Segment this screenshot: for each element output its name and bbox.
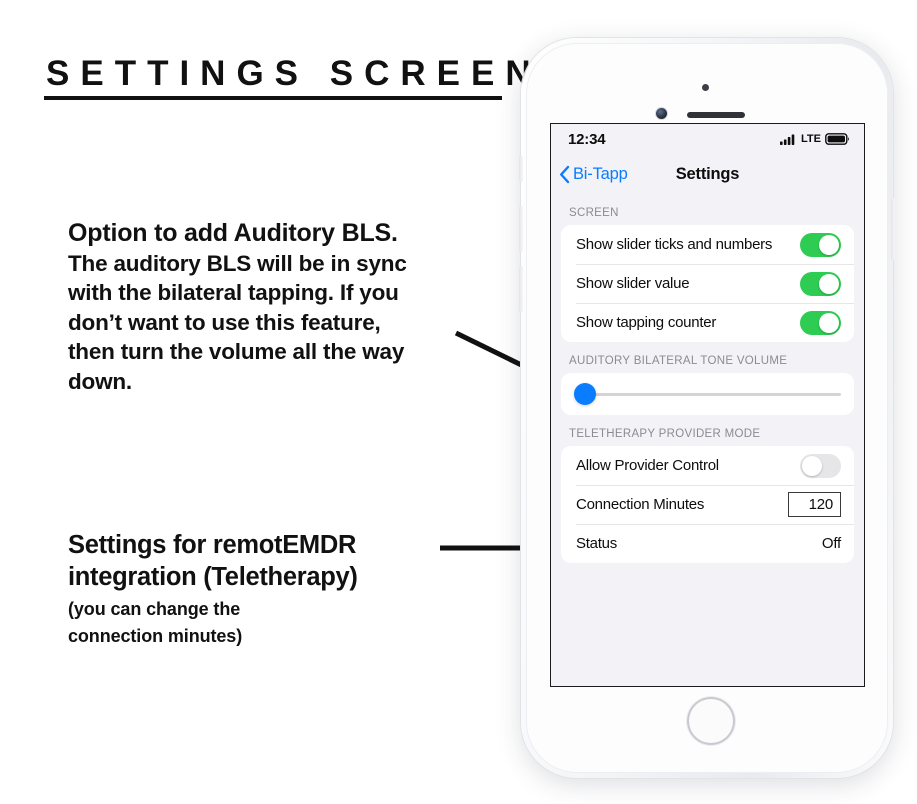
toggle-knob <box>819 273 839 294</box>
chevron-left-icon <box>560 165 570 183</box>
annotation-auditory-line-1: The auditory BLS will be in sync <box>68 251 407 276</box>
phone-screen: 12:34 LTE Bi-Tapp Settings SCREEN Show s… <box>551 124 864 686</box>
back-button[interactable]: Bi-Tapp <box>559 165 628 184</box>
iphone-device-mockup: 12:34 LTE Bi-Tapp Settings SCREEN Show s… <box>519 38 895 778</box>
back-button-label: Bi-Tapp <box>573 164 628 183</box>
volume-down-button[interactable] <box>519 266 523 312</box>
row-label: Show tapping counter <box>576 314 717 331</box>
status-bar-time: 12:34 <box>568 130 606 148</box>
connection-minutes-input[interactable]: 120 <box>788 492 841 517</box>
volume-up-button[interactable] <box>519 206 523 252</box>
annotation-auditory-heading: Option to add Auditory BLS. <box>68 219 398 247</box>
status-bar-indicators: LTE <box>780 133 850 145</box>
annotation-teletherapy-line-2: integration (Teletherapy) <box>68 562 358 591</box>
section-header-screen: SCREEN <box>569 207 619 219</box>
row-show-tapping-counter[interactable]: Show tapping counter <box>561 303 854 342</box>
section-header-volume: AUDITORY BILATERAL TONE VOLUME <box>569 355 788 367</box>
volume-slider[interactable] <box>574 383 841 405</box>
row-label: Status <box>576 535 618 552</box>
settings-group-teletherapy: Allow Provider Control Connection Minute… <box>561 446 854 563</box>
toggle-show-slider-value[interactable] <box>800 271 841 296</box>
row-status: Status Off <box>561 524 854 563</box>
home-button[interactable] <box>687 697 735 745</box>
toggle-show-slider-ticks[interactable] <box>800 232 841 257</box>
annotation-teletherapy-sub-2: connection minutes) <box>68 626 243 647</box>
toggle-knob <box>802 455 822 476</box>
page-title: SETTINGS SCREEN <box>46 54 542 93</box>
row-label: Connection Minutes <box>576 496 705 513</box>
volume-slider-track <box>574 392 841 396</box>
toggle-show-tapping-counter[interactable] <box>800 310 841 335</box>
settings-group-volume <box>561 373 854 415</box>
row-connection-minutes[interactable]: Connection Minutes 120 <box>561 485 854 524</box>
annotation-teletherapy: Settings for remotEMDR integration (Tele… <box>68 530 468 648</box>
navigation-bar: Bi-Tapp Settings <box>551 154 864 194</box>
row-show-slider-ticks[interactable]: Show slider ticks and numbers <box>561 225 854 264</box>
toggle-knob <box>819 234 839 255</box>
earpiece-speaker-icon <box>687 112 745 118</box>
settings-group-screen: Show slider ticks and numbers Show slide… <box>561 225 854 342</box>
page-title-underline <box>44 96 502 100</box>
toggle-allow-provider-control[interactable] <box>800 453 841 478</box>
status-value: Off <box>821 535 841 552</box>
row-label: Allow Provider Control <box>576 457 719 474</box>
battery-full-icon <box>825 133 850 145</box>
volume-slider-knob[interactable] <box>574 383 596 405</box>
row-label: Show slider ticks and numbers <box>576 236 773 253</box>
network-type-label: LTE <box>801 133 821 145</box>
silent-switch[interactable] <box>519 156 523 182</box>
toggle-knob <box>819 312 839 333</box>
status-bar: 12:34 LTE <box>551 124 864 154</box>
power-button[interactable] <box>891 198 895 260</box>
annotation-teletherapy-sub-1: (you can change the <box>68 598 241 619</box>
row-allow-provider-control[interactable]: Allow Provider Control <box>561 446 854 485</box>
proximity-sensor-icon <box>702 84 709 91</box>
annotation-auditory-line-2: with the bilateral tapping. If you <box>68 280 399 306</box>
annotation-teletherapy-line-1: Settings for remotEMDR <box>68 531 357 559</box>
front-camera-icon <box>656 108 667 119</box>
section-header-teletherapy: TELETHERAPY PROVIDER MODE <box>569 428 761 440</box>
row-label: Show slider value <box>576 275 690 292</box>
row-show-slider-value[interactable]: Show slider value <box>561 264 854 303</box>
cellular-signal-icon <box>780 134 795 145</box>
